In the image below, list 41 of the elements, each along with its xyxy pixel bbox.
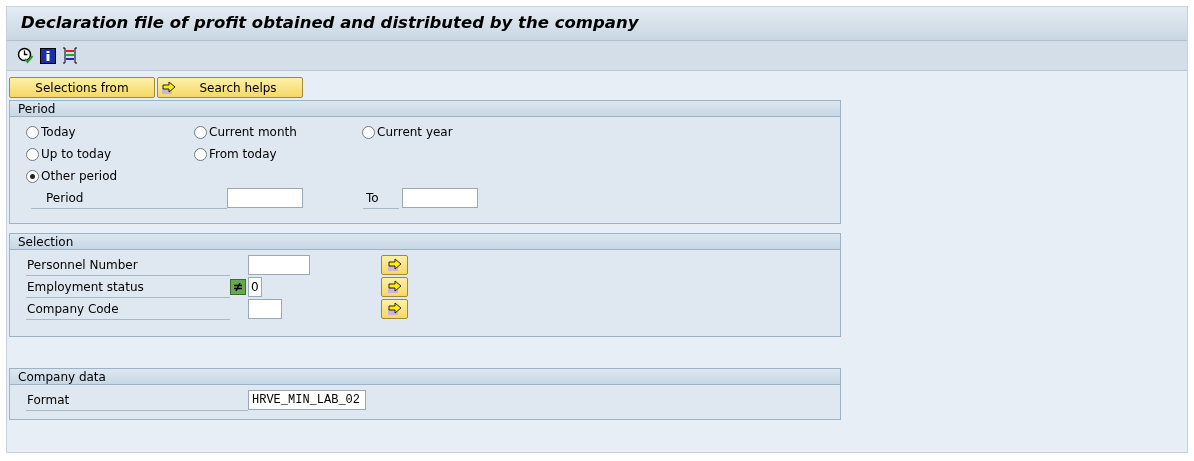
toolbar-button[interactable]: Search helps (157, 77, 303, 98)
layout-icon[interactable] (62, 47, 78, 64)
input-field[interactable] (248, 299, 282, 319)
radio-button[interactable] (362, 125, 375, 139)
radio-button[interactable] (26, 125, 39, 139)
field-label: Employment status (26, 276, 230, 298)
info-icon[interactable] (40, 47, 56, 64)
field-label: Period (31, 187, 227, 209)
field-label: Format (26, 389, 248, 411)
radio-button[interactable] (26, 169, 39, 183)
input-field[interactable] (227, 188, 303, 208)
radio-button[interactable] (194, 125, 207, 139)
group-title: Company data (10, 369, 840, 385)
input-field[interactable] (402, 188, 478, 208)
option-label: From today (209, 146, 277, 163)
option-label: Today (41, 124, 76, 141)
input-field[interactable] (248, 255, 310, 275)
page-title: Declaration file of profit obtained and distributed by the company (21, 12, 639, 35)
arrow-icon (386, 280, 403, 294)
field-label: To (363, 187, 399, 209)
multiple-selection-button[interactable] (381, 299, 408, 319)
arrow-icon (386, 258, 403, 272)
input-field[interactable]: 0 (248, 277, 262, 297)
radio-button[interactable] (26, 147, 39, 161)
group-title: Period (10, 101, 840, 117)
multiple-selection-button[interactable] (381, 277, 408, 297)
not-equal-icon (230, 279, 246, 295)
arrow-icon (386, 302, 403, 316)
radio-button[interactable] (194, 147, 207, 161)
arrow-icon (161, 80, 177, 95)
field-label: Personnel Number (26, 254, 230, 276)
input-field[interactable]: HRVE_MIN_LAB_02 (248, 390, 366, 410)
group-title: Selection (10, 234, 840, 250)
option-label: Current year (377, 124, 453, 141)
field-label: Company Code (26, 298, 230, 320)
toolbar-button[interactable]: Selections from (9, 77, 155, 98)
clock-check-icon[interactable] (17, 47, 34, 64)
option-label: Current month (209, 124, 297, 141)
option-label: Up to today (41, 146, 112, 163)
option-label: Other period (41, 168, 118, 185)
multiple-selection-button[interactable] (381, 255, 408, 275)
